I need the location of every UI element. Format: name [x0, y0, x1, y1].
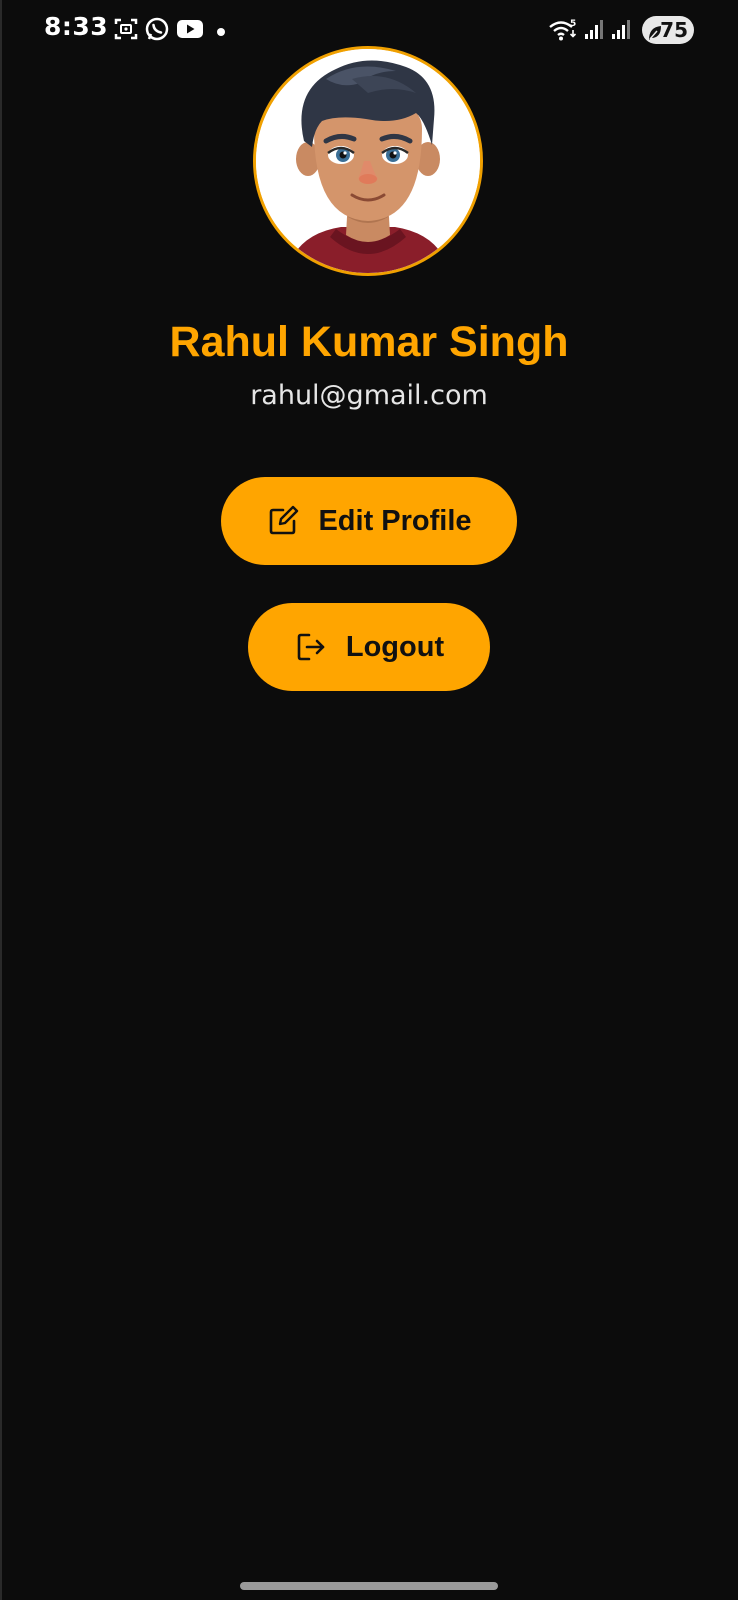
- signal-icon: [610, 18, 632, 44]
- logout-button[interactable]: Logout: [248, 603, 490, 691]
- avatar-illustration: [256, 49, 480, 273]
- notification-dot-icon: [216, 24, 226, 50]
- signal-icon: [583, 18, 605, 44]
- battery-level: 75: [660, 18, 688, 42]
- profile-email: rahul@gmail.com: [250, 380, 488, 411]
- home-indicator[interactable]: [240, 1582, 498, 1590]
- profile-name: Rahul Kumar Singh: [169, 318, 569, 366]
- battery-saver-icon: [647, 21, 663, 49]
- edit-profile-button[interactable]: Edit Profile: [221, 477, 517, 565]
- svg-text:5: 5: [570, 19, 576, 29]
- wifi-icon: 5: [548, 18, 578, 44]
- edit-icon: [266, 504, 300, 538]
- whatsapp-icon: [144, 16, 170, 42]
- logout-label: Logout: [345, 630, 445, 663]
- youtube-icon: [176, 16, 204, 42]
- avatar: [253, 46, 483, 276]
- edit-profile-label: Edit Profile: [318, 504, 472, 537]
- status-time: 8:33: [44, 12, 109, 41]
- screen-edge: [0, 0, 2, 1600]
- battery-icon: 75: [642, 16, 694, 44]
- logout-icon: [294, 630, 328, 664]
- screenshot-icon: [113, 16, 139, 42]
